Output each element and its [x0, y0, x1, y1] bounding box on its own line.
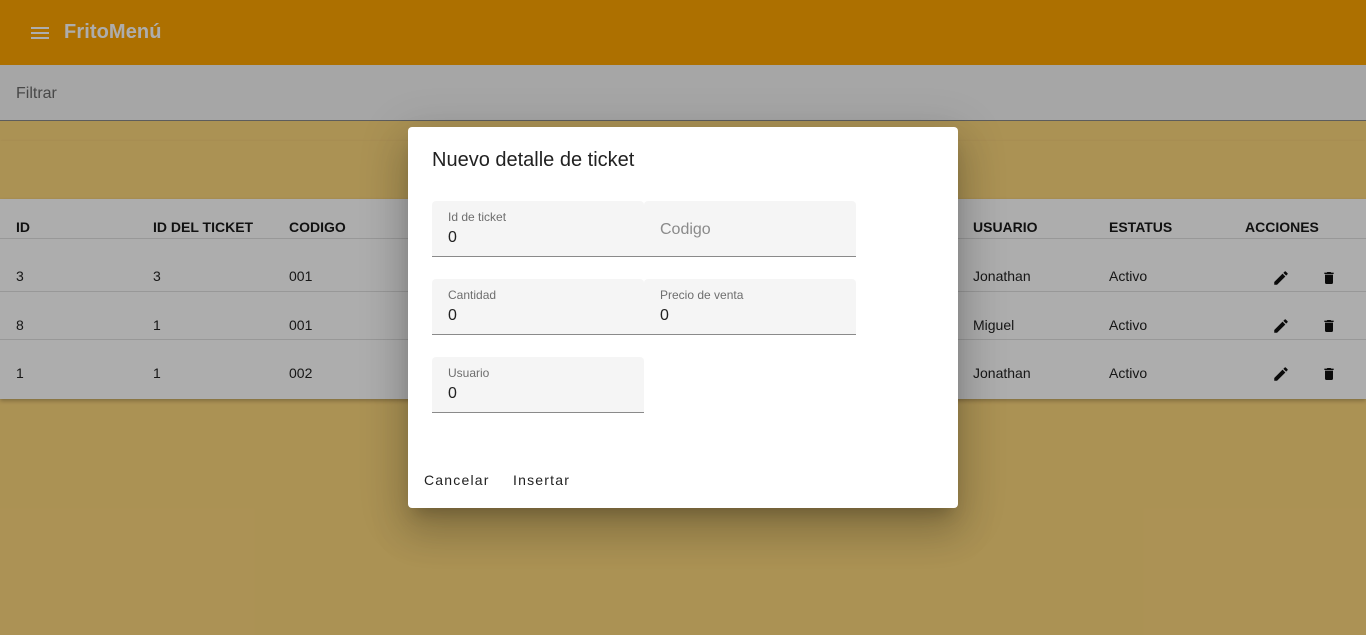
- usuario-input[interactable]: [448, 384, 628, 404]
- ticket-id-input[interactable]: [448, 228, 628, 248]
- precio-venta-field[interactable]: Precio de venta: [644, 279, 856, 335]
- codigo-field[interactable]: [644, 201, 856, 257]
- precio-venta-input[interactable]: [660, 306, 840, 326]
- usuario-field[interactable]: Usuario: [432, 357, 644, 413]
- cantidad-input[interactable]: [448, 306, 628, 326]
- cantidad-field[interactable]: Cantidad: [432, 279, 644, 335]
- cantidad-label: Cantidad: [448, 288, 497, 302]
- insert-button[interactable]: Insertar: [513, 468, 570, 492]
- dialog-title: Nuevo detalle de ticket: [432, 149, 635, 171]
- codigo-input[interactable]: [660, 220, 840, 240]
- ticket-id-label: Id de ticket: [448, 210, 507, 224]
- usuario-label: Usuario: [448, 366, 490, 380]
- new-ticket-detail-dialog: Nuevo detalle de ticket Id de ticket Can…: [408, 127, 958, 508]
- precio-venta-label: Precio de venta: [660, 288, 744, 302]
- ticket-id-field[interactable]: Id de ticket: [432, 201, 644, 257]
- cancel-button[interactable]: Cancelar: [424, 468, 490, 492]
